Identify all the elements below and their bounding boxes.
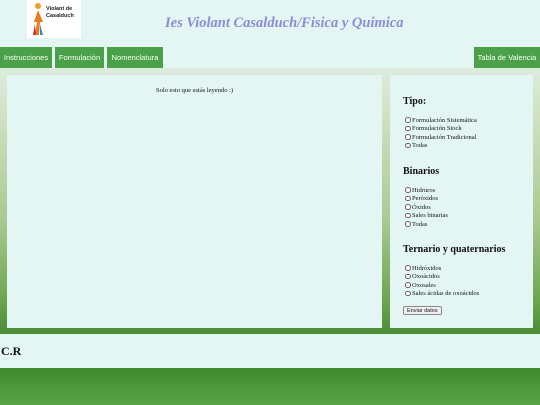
option-peroxidos[interactable]: Peróxidos bbox=[405, 195, 438, 203]
option-hidruros[interactable]: Hidruros bbox=[405, 186, 435, 194]
option-oxidos[interactable]: Óxidos bbox=[405, 203, 431, 211]
logo-line-2: Casalduch bbox=[46, 12, 74, 19]
section-title-binarios: Binarios bbox=[403, 166, 440, 177]
radio-button[interactable] bbox=[405, 187, 411, 193]
option-tipo-todas[interactable]: Todas bbox=[405, 142, 427, 150]
option-formulacion-sistematica[interactable]: Formulación Sistemática bbox=[405, 116, 477, 124]
radio-button[interactable] bbox=[405, 273, 411, 280]
radio-button[interactable] bbox=[405, 142, 411, 149]
radio-button[interactable] bbox=[405, 125, 411, 132]
radio-button[interactable] bbox=[405, 290, 411, 297]
nav-instrucciones[interactable]: Instrucciones bbox=[0, 47, 52, 68]
radio-button[interactable] bbox=[405, 282, 411, 288]
radio-button[interactable] bbox=[405, 204, 411, 210]
main-content-panel: Solo esto que estás leyendo :) bbox=[7, 75, 382, 328]
option-binarios-todas[interactable]: Todas bbox=[405, 220, 427, 228]
logo-figure-icon bbox=[33, 3, 43, 35]
option-sales-acidas[interactable]: Sales ácidas de oxoácidos bbox=[405, 290, 479, 298]
main-message: Solo esto que estás leyendo :) bbox=[155, 87, 234, 94]
site-title: Ies Violant Casalduch/Fisica y Quimica bbox=[165, 15, 404, 31]
page-header: Violant de Casalduch Ies Violant Casaldu… bbox=[0, 0, 540, 46]
radio-button[interactable] bbox=[405, 134, 411, 140]
nav-tabla-valencia[interactable]: Tabla de Valencia bbox=[474, 47, 540, 68]
option-sales-binarias[interactable]: Sales binarias bbox=[405, 212, 448, 220]
option-oxosales[interactable]: Oxosales bbox=[405, 281, 436, 289]
option-hidroxidos[interactable]: Hidróxidos bbox=[405, 264, 441, 272]
radio-button[interactable] bbox=[405, 221, 411, 227]
option-formulacion-tradicional[interactable]: Formulación Tradicional bbox=[405, 133, 476, 141]
section-title-tipo: Tipo: bbox=[403, 96, 427, 107]
radio-button[interactable] bbox=[405, 195, 411, 202]
option-oxoacidos[interactable]: Oxoácidos bbox=[405, 273, 440, 281]
section-title-ternarios: Ternario y quaternarios bbox=[403, 244, 506, 255]
radio-button[interactable] bbox=[405, 265, 411, 271]
options-form-panel: Tipo: Formulación Sistemática Formulació… bbox=[390, 75, 533, 328]
radio-button[interactable] bbox=[405, 117, 411, 123]
page-bottom-background bbox=[0, 368, 540, 405]
footer-credit: C.R bbox=[1, 344, 22, 358]
navbar: Instrucciones Formulación Nomenclatura T… bbox=[0, 46, 540, 68]
footer: C.R bbox=[0, 334, 540, 368]
radio-button[interactable] bbox=[405, 212, 411, 219]
logo-line-1: Violant de bbox=[46, 6, 73, 12]
logo-text: Violant de Casalduch bbox=[46, 6, 74, 19]
option-formulacion-stock[interactable]: Formulación Stock bbox=[405, 125, 462, 133]
submit-button[interactable]: Enviar datos bbox=[403, 306, 442, 315]
school-logo[interactable]: Violant de Casalduch bbox=[27, 0, 81, 38]
nav-formulacion[interactable]: Formulación bbox=[55, 47, 104, 68]
nav-nomenclatura[interactable]: Nomenclatura bbox=[107, 47, 163, 68]
